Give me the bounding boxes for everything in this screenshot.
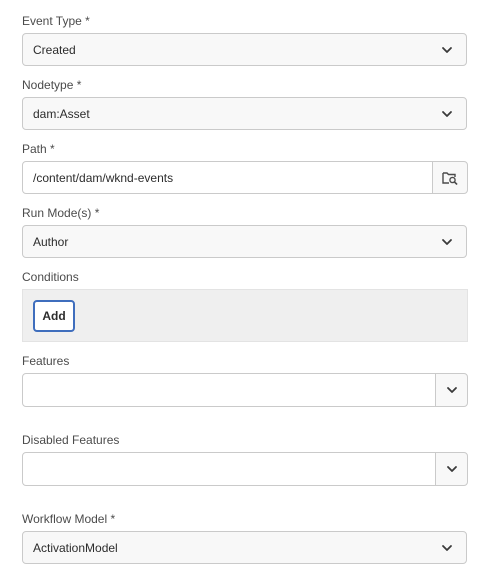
nodetype-label: Nodetype * — [22, 78, 82, 92]
folder-search-icon — [442, 171, 458, 185]
nodetype-value: dam:Asset — [33, 106, 90, 121]
conditions-label: Conditions — [22, 270, 79, 284]
features-dropdown-button[interactable] — [435, 373, 468, 407]
chevron-down-icon — [442, 238, 452, 245]
path-label: Path * — [22, 142, 55, 156]
add-condition-button[interactable]: Add — [33, 300, 75, 332]
disabled-features-label: Disabled Features — [22, 433, 120, 447]
workflow-model-label: Workflow Model * — [22, 512, 116, 526]
workflow-model-select[interactable]: ActivationModel — [22, 531, 467, 564]
path-input[interactable]: /content/dam/wknd-events — [22, 161, 433, 194]
features-input[interactable] — [22, 373, 436, 407]
chevron-down-icon — [442, 46, 452, 53]
path-value: /content/dam/wknd-events — [33, 170, 174, 185]
nodetype-select[interactable]: dam:Asset — [22, 97, 467, 130]
run-modes-label: Run Mode(s) * — [22, 206, 100, 220]
chevron-down-icon — [446, 466, 457, 472]
features-label: Features — [22, 354, 70, 368]
event-type-value: Created — [33, 42, 76, 57]
run-modes-value: Author — [33, 234, 69, 249]
event-type-label: Event Type * — [22, 14, 90, 28]
conditions-multifield: Add — [22, 289, 468, 342]
chevron-down-icon — [442, 544, 452, 551]
workflow-model-value: ActivationModel — [33, 540, 118, 555]
disabled-features-dropdown-button[interactable] — [435, 452, 468, 486]
chevron-down-icon — [442, 110, 452, 117]
run-modes-select[interactable]: Author — [22, 225, 467, 258]
chevron-down-icon — [446, 387, 457, 393]
event-type-select[interactable]: Created — [22, 33, 467, 66]
path-browse-button[interactable] — [432, 161, 468, 194]
disabled-features-input[interactable] — [22, 452, 436, 486]
